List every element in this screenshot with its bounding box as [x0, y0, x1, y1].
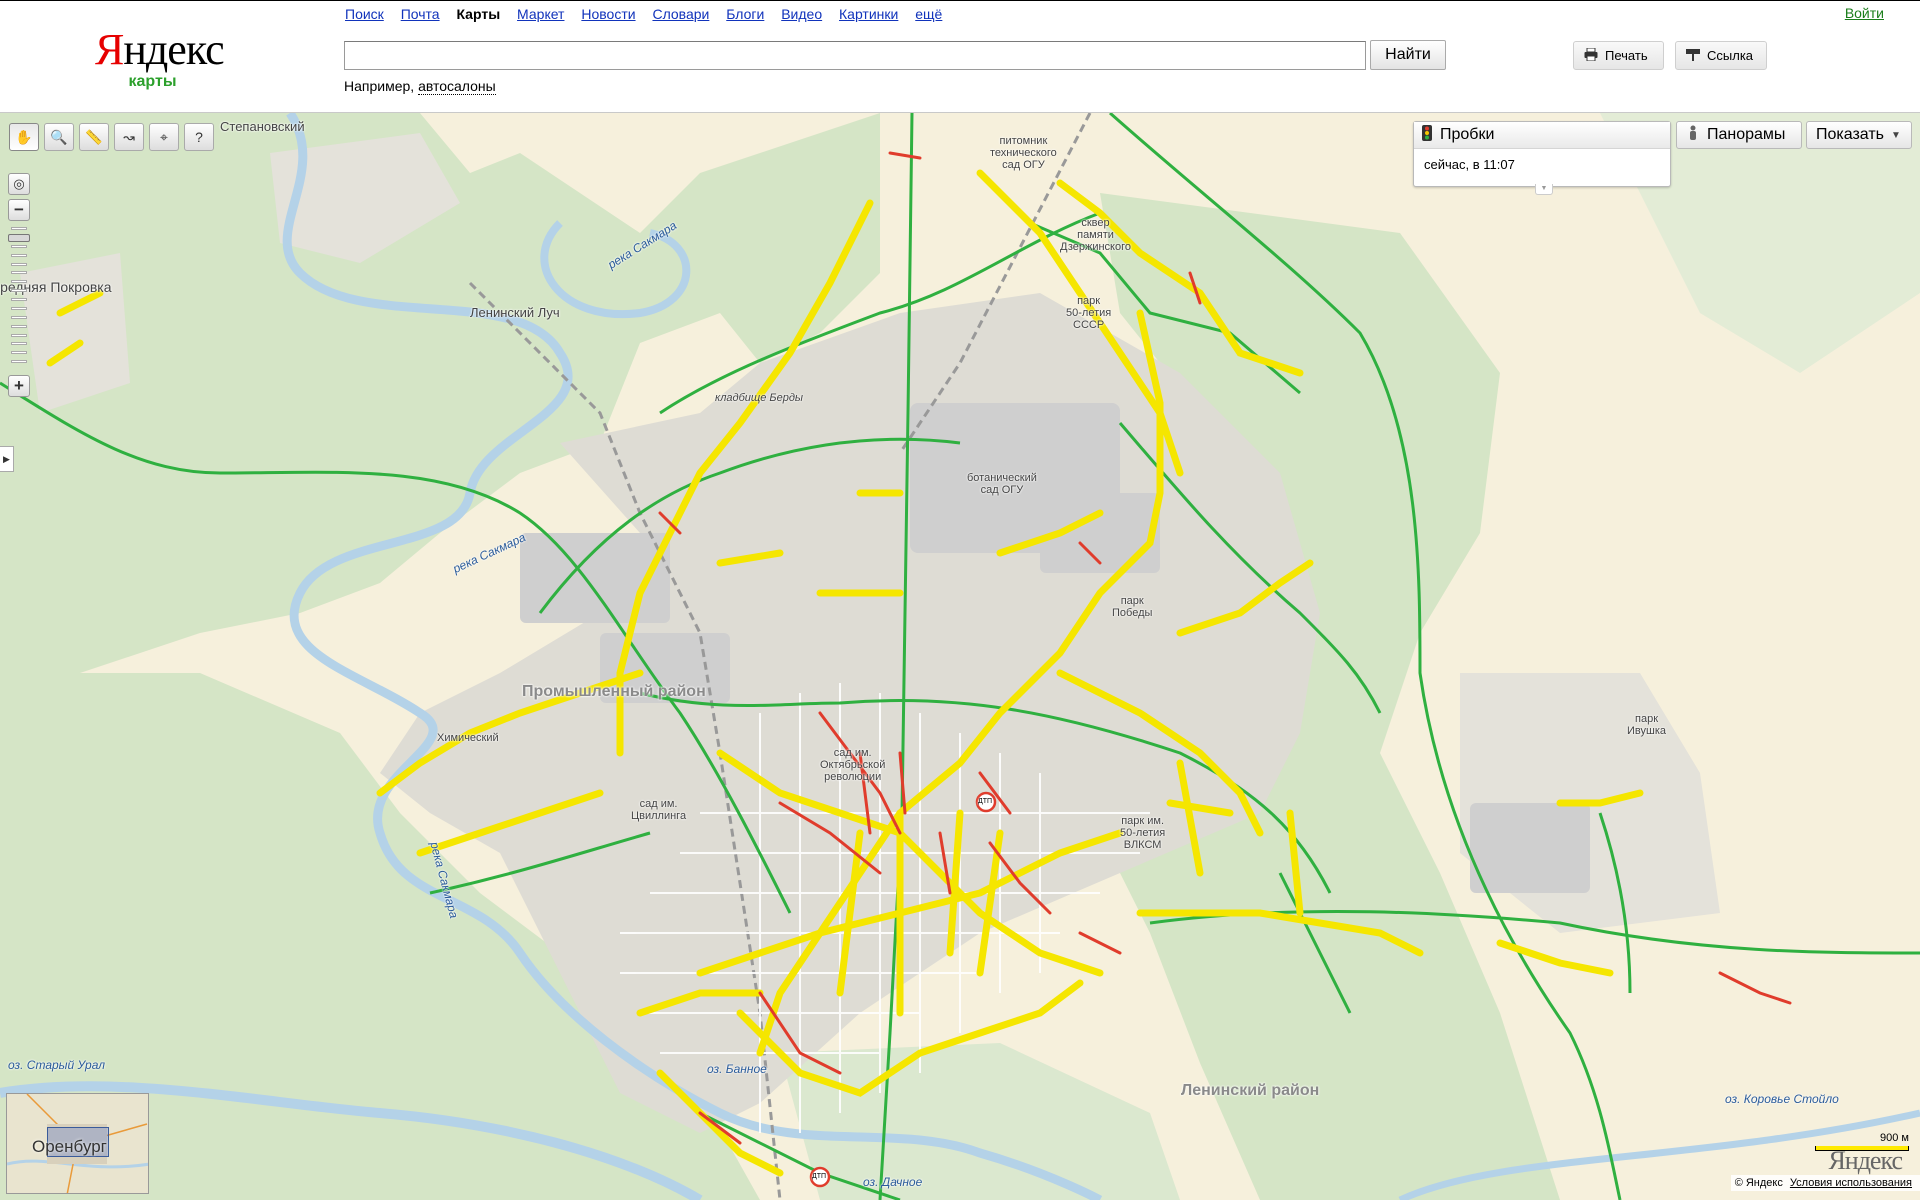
- login-link[interactable]: Войти: [1845, 5, 1884, 21]
- search-button[interactable]: Найти: [1370, 40, 1446, 70]
- zoom-tick[interactable]: [11, 324, 27, 328]
- zoom-tick[interactable]: [11, 298, 27, 301]
- nav-market[interactable]: Маркет: [517, 6, 564, 22]
- zoom-tick[interactable]: [11, 271, 27, 275]
- logo-section: карты: [128, 73, 177, 90]
- link-icon: [1686, 48, 1700, 64]
- show-label: Показать: [1816, 126, 1885, 143]
- minimap-city: Оренбург: [32, 1137, 107, 1156]
- zoom-tick[interactable]: [11, 333, 27, 337]
- map-canvas[interactable]: ДТП ДТП Степановский Средняя Покровка Ле…: [0, 113, 1920, 1200]
- traffic-title: Пробки: [1440, 126, 1495, 143]
- nav-more[interactable]: ещё: [915, 6, 942, 22]
- route-button[interactable]: ↝: [114, 123, 144, 151]
- info-button[interactable]: ?: [184, 123, 214, 151]
- nav-search[interactable]: Поиск: [345, 6, 384, 22]
- printer-icon: [1584, 47, 1598, 64]
- example-link[interactable]: автосалоны: [418, 78, 496, 95]
- mark-button[interactable]: ⌖: [149, 123, 179, 151]
- nav-dictionaries[interactable]: Словари: [652, 6, 709, 22]
- show-layers-button[interactable]: Показать ▼: [1806, 121, 1912, 149]
- zoom-tick[interactable]: [11, 360, 27, 364]
- link-label: Ссылка: [1707, 48, 1754, 63]
- zoom-in-button[interactable]: +: [8, 375, 30, 397]
- side-panel-toggle[interactable]: ▶: [0, 446, 14, 472]
- traffic-panel: Пробки сейчас, в 11:07 ▼: [1413, 121, 1671, 195]
- terms-link[interactable]: Условия использования: [1790, 1177, 1912, 1189]
- print-button[interactable]: Печать: [1573, 41, 1664, 70]
- chevron-down-icon: ▼: [1891, 129, 1901, 141]
- copyright-bar: © Яндекс Условия использования: [1730, 1175, 1920, 1191]
- logo-wordmark: Яндекс: [95, 25, 225, 74]
- hand-tool-button[interactable]: ✋: [9, 123, 39, 151]
- chevron-down-icon: ▼: [1540, 185, 1548, 192]
- map-toolbar: ✋ 🔍 📏 ↝ ⌖ ?: [9, 123, 214, 151]
- services-nav: Поиск Почта Карты Маркет Новости Словари…: [345, 6, 955, 22]
- link-button[interactable]: Ссылка: [1675, 41, 1767, 70]
- scale-label: 900 м: [1880, 1132, 1909, 1144]
- panorama-label: Панорамы: [1707, 126, 1786, 143]
- target-icon: ◎: [13, 176, 25, 191]
- locate-button[interactable]: ◎: [8, 173, 30, 195]
- zoom-slider[interactable]: [8, 223, 30, 373]
- zoom-tick[interactable]: [11, 227, 27, 230]
- search-example: Например, автосалоны: [344, 78, 496, 95]
- traffic-time: сейчас, в 11:07: [1424, 157, 1515, 172]
- header: Яндекс карты Поиск Почта Карты Маркет Но…: [0, 0, 1920, 113]
- hand-icon: ✋: [15, 128, 33, 145]
- print-label: Печать: [1605, 48, 1648, 63]
- route-icon: ↝: [123, 128, 135, 145]
- nav-news[interactable]: Новости: [581, 6, 635, 22]
- ruler-button[interactable]: 📏: [79, 123, 109, 151]
- panorama-icon: [1686, 125, 1700, 146]
- zoom-tick[interactable]: [11, 342, 27, 346]
- zoom-handle[interactable]: [8, 234, 30, 243]
- arrow-right-icon: ▶: [3, 453, 10, 464]
- traffic-expand-button[interactable]: ▼: [1535, 184, 1553, 195]
- traffic-light-icon: [1422, 124, 1432, 146]
- minimap[interactable]: Оренбург: [6, 1093, 149, 1194]
- nav-maps[interactable]: Карты: [456, 6, 500, 22]
- zoom-control: ◎ − +: [8, 173, 30, 397]
- ruler-icon: 📏: [85, 128, 103, 145]
- nav-blogs[interactable]: Блоги: [726, 6, 764, 22]
- zoom-tick[interactable]: [11, 253, 27, 257]
- nav-mail[interactable]: Почта: [401, 6, 440, 22]
- zoom-tick[interactable]: [11, 351, 27, 355]
- magnifier-icon: 🔍: [50, 128, 68, 145]
- corner-logo: Яндекс: [1828, 1146, 1903, 1175]
- zoom-tick[interactable]: [11, 280, 27, 284]
- mark-icon: ⌖: [160, 128, 168, 145]
- zoom-tick[interactable]: [11, 262, 27, 266]
- search-input[interactable]: [344, 41, 1366, 70]
- zoom-tick[interactable]: [11, 289, 27, 293]
- zoom-area-button[interactable]: 🔍: [44, 123, 74, 151]
- map-base: [0, 113, 1920, 1200]
- example-prefix: Например,: [344, 78, 419, 94]
- panorama-button[interactable]: Панорамы: [1676, 121, 1802, 149]
- logo-first-letter: Я: [95, 25, 124, 74]
- zoom-tick[interactable]: [11, 244, 27, 248]
- nav-images[interactable]: Картинки: [839, 6, 898, 22]
- logo-rest: ндекс: [123, 25, 224, 74]
- nav-video[interactable]: Видео: [781, 6, 822, 22]
- copyright-text: © Яндекс: [1734, 1177, 1783, 1189]
- zoom-tick[interactable]: [11, 306, 27, 310]
- info-icon: ?: [195, 129, 203, 145]
- traffic-toggle[interactable]: Пробки: [1414, 122, 1670, 149]
- yandex-logo[interactable]: Яндекс карты: [95, 25, 225, 99]
- zoom-tick[interactable]: [11, 315, 27, 319]
- zoom-out-button[interactable]: −: [8, 199, 30, 221]
